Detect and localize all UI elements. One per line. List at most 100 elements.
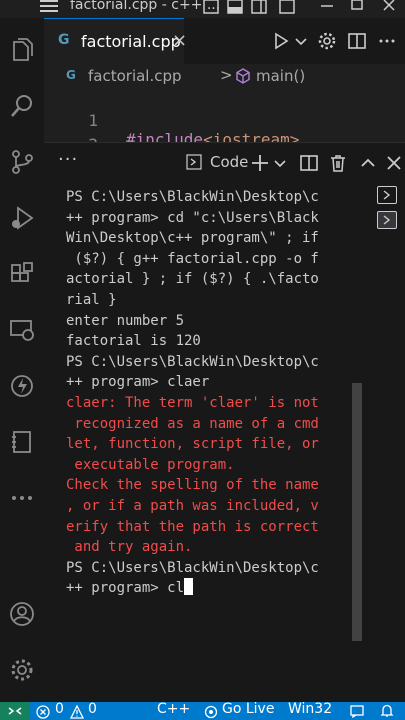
breadcrumb-symbol[interactable]: main() [256, 67, 305, 85]
terminal-instance-1[interactable] [377, 186, 397, 204]
manage-gear-icon[interactable] [0, 646, 44, 694]
platform-label[interactable]: Win32 [288, 701, 332, 717]
close-window-icon[interactable] [380, 0, 398, 16]
split-editor-icon[interactable] [347, 31, 367, 51]
code-editor[interactable]: 1 #include<iostream> 2 using namespace s… [44, 90, 405, 173]
terminal-line: Win\Desktop\c++ program\" ; if [66, 228, 356, 249]
terminal-line: factorial is 120 [66, 331, 356, 352]
terminal-line-text: enter number 5 [66, 312, 185, 329]
breadcrumb-file[interactable]: factorial.cpp [88, 67, 182, 85]
menu-icon[interactable] [38, 0, 60, 14]
run-dropdown-chevron-icon[interactable] [291, 31, 311, 51]
method-cube-icon [236, 68, 250, 84]
terminal-line: enter number 5 [66, 311, 356, 332]
terminal-error-line: erify that the path is correct [66, 517, 356, 538]
terminal-line-text: Check the spelling of the name [66, 477, 319, 494]
terminal-line: PS C:\Users\BlackWin\Desktop\c [66, 187, 356, 208]
terminal-prompt-icon [383, 215, 391, 225]
terminal-scrollbar-thumb[interactable] [352, 383, 362, 641]
layout-panel-icon[interactable] [226, 0, 244, 16]
terminal-line-text: , or if a path was included, v [66, 497, 319, 514]
terminal-line-text: ++ program> claer [66, 374, 210, 391]
language-mode[interactable]: C++ [157, 701, 190, 717]
tab-close-icon[interactable]: × [172, 30, 187, 51]
source-control-icon[interactable] [0, 138, 44, 186]
terminal-prompt-icon [383, 190, 391, 200]
terminal-error-line: claer: The term 'claer' is not [66, 393, 356, 414]
terminal-line: ++ program> cd "c:\Users\Black [66, 208, 356, 229]
terminal-line-text: PS C:\Users\BlackWin\Desktop\c [66, 559, 319, 576]
code-line: 2 using namespace std; [44, 116, 405, 173]
explorer-icon[interactable] [0, 26, 44, 74]
minimize-icon[interactable] [318, 0, 336, 16]
terminal-error-line: recognized as a name of a cmd [66, 414, 356, 435]
feedback-icon[interactable] [350, 704, 364, 718]
power-icon[interactable] [0, 362, 44, 410]
terminal-panel: ··· Code PS C:\Users\BlackWin\Desktop\c +… [44, 142, 405, 702]
activity-bar [0, 18, 44, 702]
terminal-line-text: rial } [66, 291, 117, 308]
terminal-name[interactable]: Code [210, 153, 248, 171]
layout-sidebar-icon[interactable] [202, 0, 220, 16]
terminal-error-line: , or if a path was included, v [66, 496, 356, 517]
more-actions-icon[interactable] [377, 31, 397, 51]
settings-gear-icon[interactable] [317, 31, 337, 51]
window-title: factorial.cpp - c++ ... [70, 0, 221, 13]
remote-indicator-icon[interactable] [0, 702, 30, 720]
close-panel-icon[interactable] [384, 153, 404, 173]
terminal-line-text: executable program. [66, 456, 235, 473]
terminal-line: ++ program> cl [66, 578, 356, 599]
customize-layout-icon[interactable] [278, 0, 296, 16]
kill-terminal-trash-icon[interactable] [328, 153, 348, 173]
run-and-debug-icon[interactable] [0, 194, 44, 242]
errors-count[interactable]: 0 [55, 701, 64, 717]
tab-factorial-cpp[interactable]: G factorial.cpp × [44, 18, 187, 64]
terminal-line-text: recognized as a name of a cmd [66, 415, 319, 432]
terminal-error-line: and try again. [66, 537, 356, 558]
accounts-icon[interactable] [0, 590, 44, 638]
terminal-line: actorial } ; if ($?) { .\facto [66, 269, 356, 290]
maximize-icon[interactable] [348, 0, 366, 16]
new-terminal-plus-icon[interactable] [250, 153, 270, 173]
more-icon[interactable] [0, 474, 44, 522]
terminal-line: ++ program> claer [66, 372, 356, 393]
maximize-panel-chevron-icon[interactable] [358, 153, 378, 173]
terminal-line-text: ($?) { g++ factorial.cpp -o f [66, 250, 319, 267]
terminal-line: ($?) { g++ factorial.cpp -o f [66, 249, 356, 270]
run-code-icon[interactable] [271, 31, 291, 51]
notifications-bell-icon[interactable] [380, 704, 394, 718]
go-live-button[interactable]: Go Live [222, 701, 274, 717]
terminal-dropdown-chevron-icon[interactable] [270, 153, 290, 173]
terminal-line: rial } [66, 290, 356, 311]
terminal-line-text: and try again. [66, 539, 193, 556]
terminal-line-text: actorial } ; if ($?) { .\facto [66, 271, 319, 288]
notebook-icon[interactable] [0, 418, 44, 466]
split-terminal-icon[interactable] [299, 153, 319, 173]
layout-split-icon[interactable] [250, 0, 268, 16]
panel-toolbar: ··· Code [44, 143, 405, 181]
terminal-instance-2[interactable] [377, 211, 397, 229]
search-icon[interactable] [0, 82, 44, 130]
warnings-count[interactable]: 0 [88, 701, 97, 717]
terminal-line-text: PS C:\Users\BlackWin\Desktop\c [66, 353, 319, 370]
breadcrumb-separator: > [220, 66, 233, 84]
terminal-line-text: erify that the path is correct [66, 518, 319, 535]
errors-icon[interactable] [36, 705, 50, 719]
terminal-list [370, 181, 405, 241]
cpp-file-icon: G [58, 32, 70, 48]
terminal-cursor [184, 578, 194, 596]
broadcast-icon [204, 705, 218, 719]
terminal-line-text: ++ program> cd "c:\Users\Black [66, 209, 319, 226]
breadcrumb: G factorial.cpp > main() [44, 64, 405, 90]
terminal-line-text: ++ program> cl [66, 580, 185, 597]
terminal-line-text: claer: The term 'claer' is not [66, 394, 319, 411]
panel-more-icon[interactable]: ··· [58, 149, 78, 170]
status-bar: 0 0 C++ Go Live Win32 [0, 701, 405, 720]
terminal-line: PS C:\Users\BlackWin\Desktop\c [66, 352, 356, 373]
warnings-icon[interactable] [70, 705, 84, 719]
terminal-error-line: Check the spelling of the name [66, 475, 356, 496]
remote-explorer-icon[interactable] [0, 306, 44, 354]
extensions-icon[interactable] [0, 250, 44, 298]
terminal-error-line: let, function, script file, or [66, 434, 356, 455]
terminal-output[interactable]: PS C:\Users\BlackWin\Desktop\c ++ program… [66, 187, 356, 599]
